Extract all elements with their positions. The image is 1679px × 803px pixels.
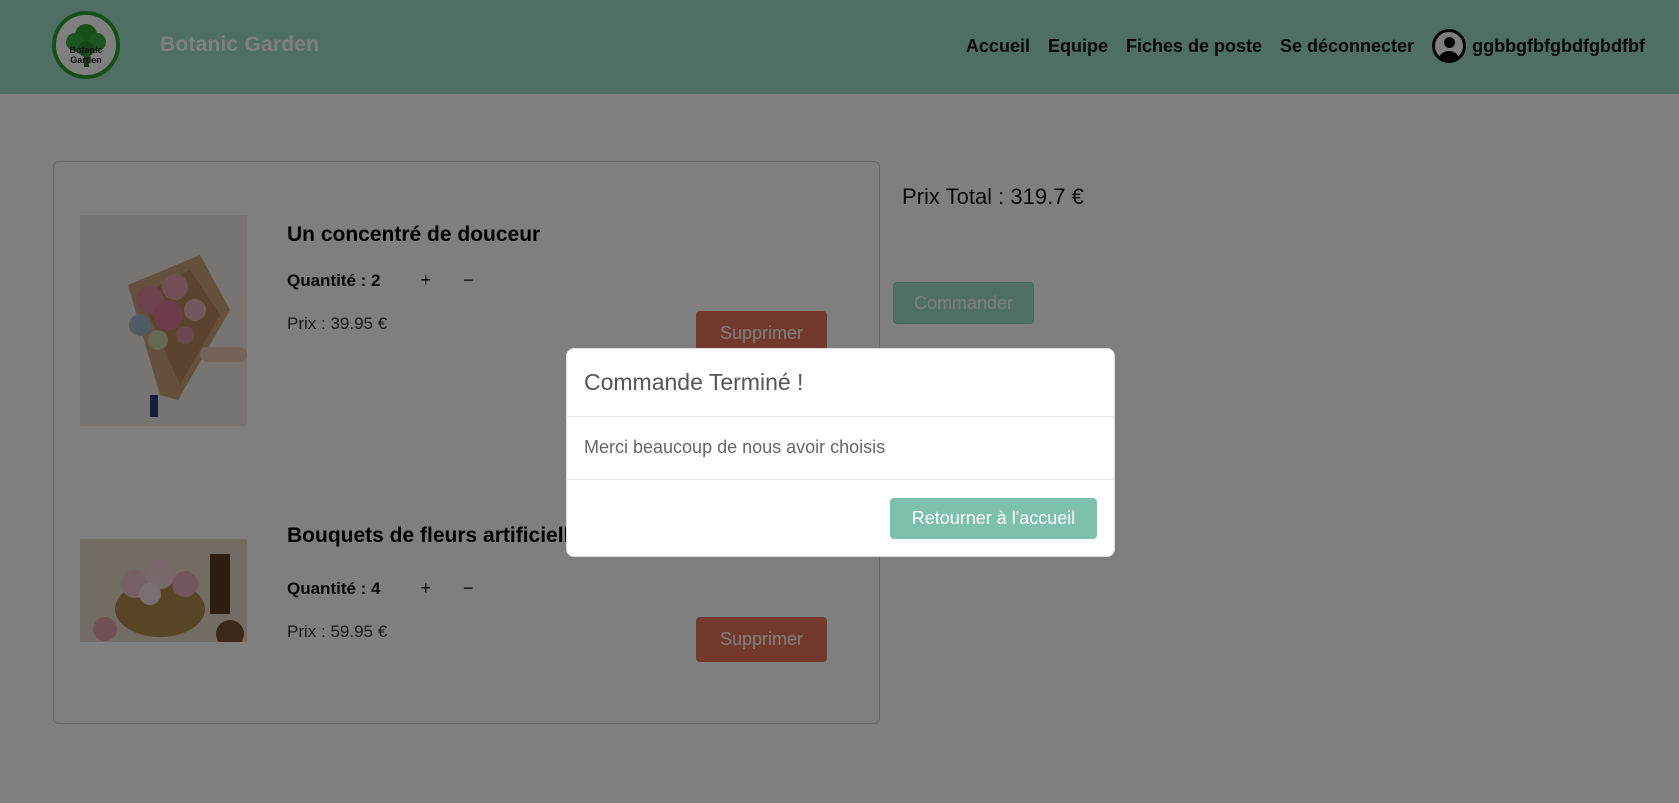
modal-footer: Retourner à l'accueil	[567, 480, 1114, 556]
modal-message: Merci beaucoup de nous avoir choisis	[567, 417, 1114, 480]
return-home-button[interactable]: Retourner à l'accueil	[890, 498, 1097, 539]
order-complete-dialog: Commande Terminé ! Merci beaucoup de nou…	[566, 348, 1115, 557]
modal-title: Commande Terminé !	[567, 349, 1114, 417]
